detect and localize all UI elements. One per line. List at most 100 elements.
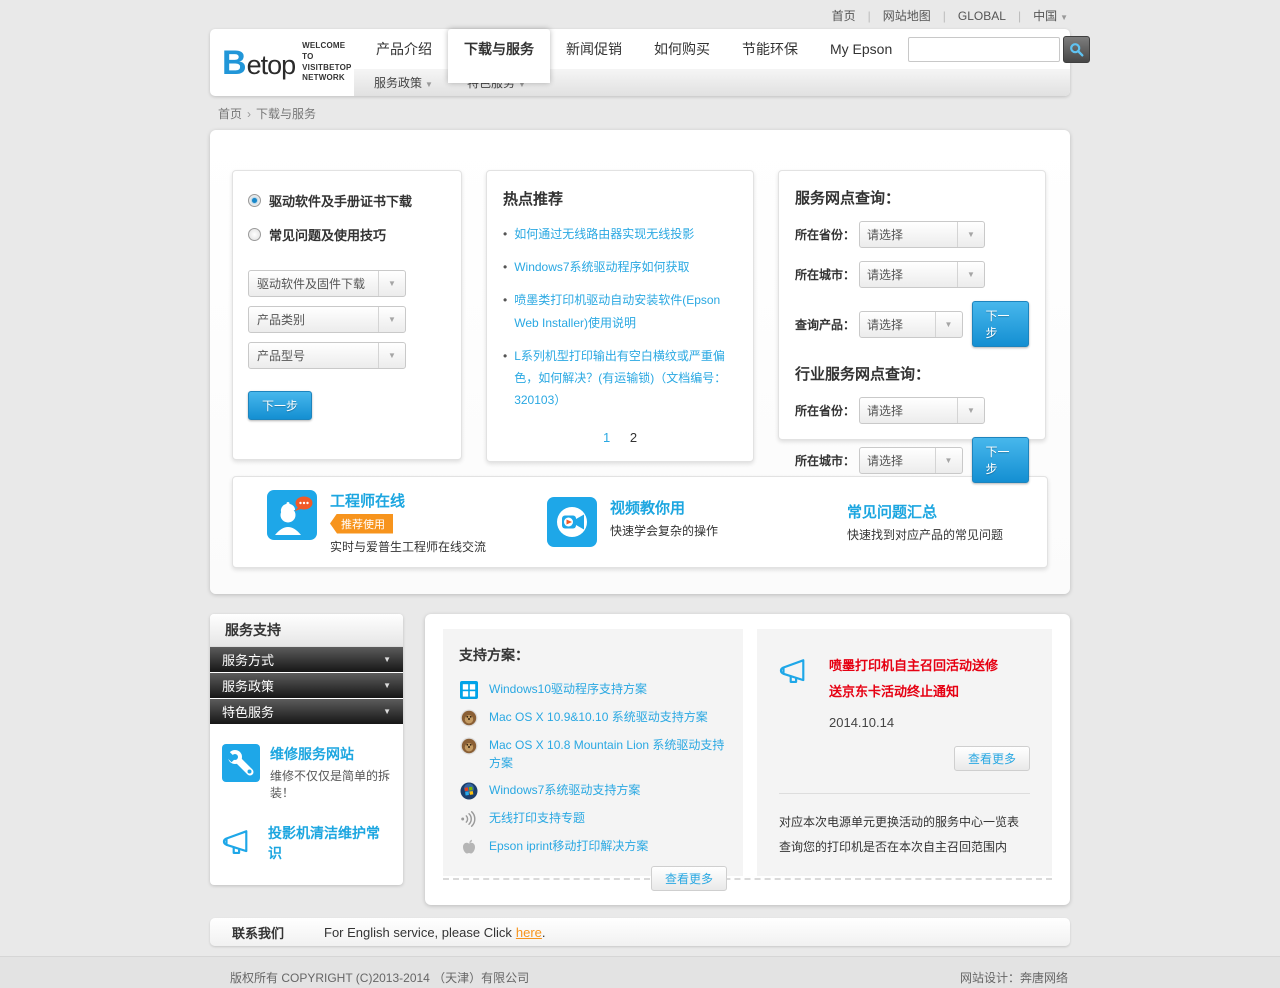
chevron-down-icon: ▼ xyxy=(935,448,962,473)
search-input[interactable] xyxy=(908,37,1060,62)
sidebar-item-special-service[interactable]: 特色服务▼ xyxy=(210,699,403,725)
list-item: Mac OS X 10.9&10.10 系统驱动支持方案 xyxy=(459,708,727,727)
util-home-link[interactable]: 首页 xyxy=(832,7,856,24)
tab-energy-saving[interactable]: 节能环保 xyxy=(726,29,814,69)
page-1-button[interactable]: 1 xyxy=(603,430,610,445)
tab-how-to-buy[interactable]: 如何购买 xyxy=(638,29,726,69)
header: Betop WELCOME TO VISITBETOP NETWORK 产品介绍… xyxy=(210,29,1070,96)
industry-query-next-button[interactable]: 下一步 xyxy=(972,437,1029,483)
copyright-text: 版权所有 COPYRIGHT (C)2013-2014 （天津）有限公司 xyxy=(230,969,529,986)
feature-faq-summary[interactable]: 常见问题汇总 快速找到对应产品的常见问题 xyxy=(847,501,1003,543)
hot-topics-list: • 如何通过无线路由器实现无线投影 •Windows7系统驱动程序如何获取 •喷墨… xyxy=(503,223,737,411)
industry-query-title: 行业服务网点查询： xyxy=(795,363,1029,384)
city-label: 所在城市： xyxy=(795,266,859,283)
utility-nav: 首页 | 网站地图 | GLOBAL | 中国▼ xyxy=(210,0,1070,29)
sidebar-item-service-policy[interactable]: 服务政策▼ xyxy=(210,673,403,699)
repair-service-link[interactable]: 维修服务网站 维修不仅仅是简单的拆装！ xyxy=(222,744,391,801)
hot-topic-link[interactable]: L系列机型打印输出有空白横纹或严重偏色，如何解决？(有运输锁)（文档编号：320… xyxy=(514,345,737,412)
english-service-period: . xyxy=(542,925,546,940)
industry-province-select[interactable]: 请选择 ▼ xyxy=(859,397,985,424)
radio-driver-download[interactable]: 驱动软件及手册证书下载 xyxy=(248,191,446,210)
support-plan-link[interactable]: Windows10驱动程序支持方案 xyxy=(489,680,647,698)
chevron-down-icon: ▼ xyxy=(1060,13,1068,22)
support-plan-link[interactable]: Windows7系统驱动支持方案 xyxy=(489,781,640,799)
util-sitemap-link[interactable]: 网站地图 xyxy=(883,7,931,24)
chevron-down-icon: ▼ xyxy=(378,343,405,368)
driver-firmware-select[interactable]: 驱动软件及固件下载 ▼ xyxy=(248,270,406,297)
product-category-select[interactable]: 产品类别 ▼ xyxy=(248,306,406,333)
chevron-down-icon: ▼ xyxy=(957,262,984,287)
tab-news-promotions[interactable]: 新闻促销 xyxy=(550,29,638,69)
support-plans-title: 支持方案： xyxy=(459,645,727,665)
subnav-service-policy[interactable]: 服务政策▼ xyxy=(374,74,433,91)
util-global-link[interactable]: GLOBAL xyxy=(958,9,1006,23)
support-plan-link[interactable]: Mac OS X 10.9&10.10 系统驱动支持方案 xyxy=(489,708,708,726)
search-button[interactable] xyxy=(1063,36,1090,63)
wireless-icon xyxy=(460,810,478,828)
support-plans-box: 支持方案： Windows10驱动程序支持方案 Mac OS X 10.9&10… xyxy=(443,629,743,876)
main-panel: 驱动软件及手册证书下载 常见问题及使用技巧 驱动软件及固件下载 ▼ 产品类别 ▼ xyxy=(210,130,1070,594)
radio-unselected-icon[interactable] xyxy=(248,228,261,241)
service-query-title: 服务网点查询： xyxy=(795,187,1029,208)
list-item: Windows10驱动程序支持方案 xyxy=(459,680,727,699)
tab-products[interactable]: 产品介绍 xyxy=(360,29,448,69)
tab-my-epson[interactable]: My Epson xyxy=(814,29,908,69)
windows10-icon xyxy=(460,681,478,699)
download-card: 驱动软件及手册证书下载 常见问题及使用技巧 驱动软件及固件下载 ▼ 产品类别 ▼ xyxy=(232,170,462,460)
video-camera-icon xyxy=(547,497,597,547)
projector-maintenance-link[interactable]: 投影机清洁维护常识 xyxy=(222,823,391,863)
search-icon xyxy=(1069,42,1084,57)
apple-icon xyxy=(460,838,478,856)
bullet-icon: • xyxy=(503,345,507,412)
page-2-button[interactable]: 2 xyxy=(630,430,637,445)
support-plan-link[interactable]: Mac OS X 10.8 Mountain Lion 系统驱动支持方案 xyxy=(489,736,727,772)
query-product-select[interactable]: 请选择 ▼ xyxy=(859,311,963,338)
province-label: 所在省份： xyxy=(795,226,859,243)
service-query-next-button[interactable]: 下一步 xyxy=(972,301,1029,347)
english-here-link[interactable]: here xyxy=(516,925,542,940)
announcement-view-more-button[interactable]: 查看更多 xyxy=(954,746,1030,771)
service-support-sidebar: 服务支持 服务方式▼ 服务政策▼ 特色服务▼ 维修服务网站 维 xyxy=(210,614,403,885)
list-item: Epson iprint移动打印解决方案 xyxy=(459,837,727,856)
divider: | xyxy=(1018,9,1021,23)
region-selector[interactable]: 中国▼ xyxy=(1033,7,1068,24)
feature-video-tutorials[interactable]: 视频教你用 快速学会复杂的操作 xyxy=(547,497,847,547)
list-item: Windows7系统驱动支持方案 xyxy=(459,781,727,800)
main-nav: 产品介绍 下载与服务 新闻促销 如何购买 节能环保 My Epson xyxy=(354,29,1070,69)
logo[interactable]: Betop WELCOME TO VISITBETOP NETWORK xyxy=(210,29,354,96)
download-next-button[interactable]: 下一步 xyxy=(248,391,312,420)
announcement-link[interactable]: 送京东卡活动终止通知 xyxy=(829,679,998,705)
hot-topic-link[interactable]: Windows7系统驱动程序如何获取 xyxy=(514,256,689,278)
hot-topic-link[interactable]: 喷墨类打印机驱动自动安装软件(Epson Web Installer)使用说明 xyxy=(514,289,737,333)
feature-engineer-online[interactable]: 工程师在线 推荐使用 实时与爱普生工程师在线交流 xyxy=(267,490,547,555)
sidebar-title: 服务支持 xyxy=(210,614,403,647)
wrench-icon xyxy=(222,744,260,782)
plans-view-more-button[interactable]: 查看更多 xyxy=(651,866,727,891)
support-plan-link[interactable]: 无线打印支持专题 xyxy=(489,809,585,827)
city-select[interactable]: 请选择 ▼ xyxy=(859,261,985,288)
province-select[interactable]: 请选择 ▼ xyxy=(859,221,985,248)
divider: | xyxy=(943,9,946,23)
bottom-strip: 版权所有 COPYRIGHT (C)2013-2014 （天津）有限公司 网站设… xyxy=(0,956,1280,988)
announcement-link[interactable]: 喷墨打印机自主召回活动送修 xyxy=(829,653,998,679)
industry-city-select[interactable]: 请选择 ▼ xyxy=(859,447,963,474)
support-plan-link[interactable]: Epson iprint移动打印解决方案 xyxy=(489,837,648,855)
breadcrumb-home-link[interactable]: 首页 xyxy=(218,107,242,121)
chevron-down-icon: ▼ xyxy=(378,271,405,296)
bullet-icon: • xyxy=(503,289,507,333)
chevron-down-icon: ▼ xyxy=(935,312,962,337)
hot-topic-link[interactable]: 如何通过无线路由器实现无线投影 xyxy=(514,223,694,245)
chevron-down-icon: ▼ xyxy=(383,707,391,716)
sidebar-item-service-method[interactable]: 服务方式▼ xyxy=(210,647,403,673)
list-item: Mac OS X 10.8 Mountain Lion 系统驱动支持方案 xyxy=(459,736,727,772)
hot-topics-title: 热点推荐 xyxy=(503,188,737,209)
radio-selected-icon[interactable] xyxy=(248,194,261,207)
breadcrumb-separator: › xyxy=(247,107,251,121)
chevron-down-icon: ▼ xyxy=(957,222,984,247)
product-model-select[interactable]: 产品型号 ▼ xyxy=(248,342,406,369)
nav-column: 产品介绍 下载与服务 新闻促销 如何购买 节能环保 My Epson 服务政策▼… xyxy=(354,29,1070,96)
radio-faq-tips[interactable]: 常见问题及使用技巧 xyxy=(248,225,446,244)
list-item: •Windows7系统驱动程序如何获取 xyxy=(503,256,737,278)
contact-us-link[interactable]: 联系我们 xyxy=(232,923,284,942)
tab-downloads-services[interactable]: 下载与服务 xyxy=(448,29,550,83)
